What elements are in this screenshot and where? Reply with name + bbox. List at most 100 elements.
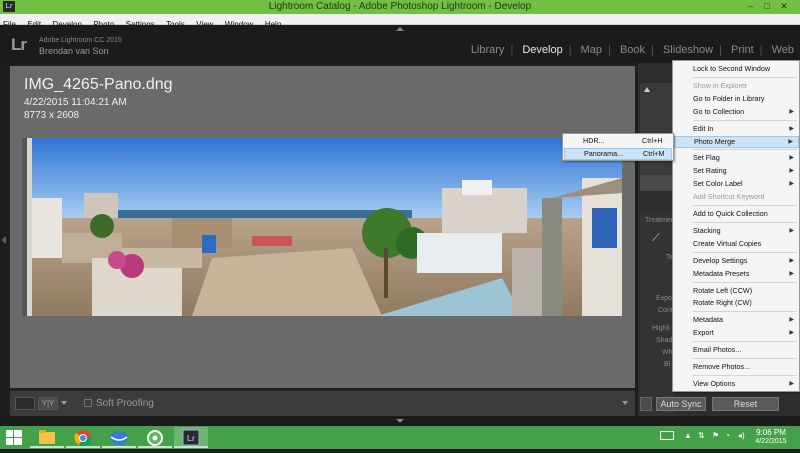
submenu-arrow-icon: ▶	[789, 181, 794, 188]
module-separator: |	[719, 44, 722, 56]
submenu-arrow-icon: ▶	[789, 155, 794, 162]
menu-separator	[693, 358, 797, 359]
menu-item-edit-in[interactable]: Edit In ▶	[674, 123, 799, 135]
clipping-indicator-icon[interactable]	[644, 87, 650, 92]
menu-item-stacking[interactable]: Stacking ▶	[674, 225, 799, 237]
module-print[interactable]: Print	[731, 44, 754, 56]
menu-item-label: Set Color Label	[693, 179, 743, 189]
chrome-icon[interactable]	[66, 427, 100, 448]
menu-item-develop-settings[interactable]: Develop Settings ▶	[674, 255, 799, 267]
submenu-item-panorama[interactable]: Panorama... Ctrl+M	[564, 148, 672, 160]
menu-separator	[693, 311, 797, 313]
menu-separator	[693, 341, 797, 343]
panel-switch[interactable]	[640, 397, 652, 411]
menu-item-rotate-right-cw[interactable]: Rotate Right (CW)	[674, 297, 799, 309]
submenu-arrow-icon: ▶	[789, 330, 794, 337]
menu-item-label: View Options	[693, 378, 736, 388]
tool-strip[interactable]	[640, 175, 674, 191]
menu-item-set-color-label[interactable]: Set Color Label ▶	[674, 178, 799, 190]
photo-filename: IMG_4265-Pano.dng	[24, 76, 173, 93]
module-separator: |	[568, 44, 572, 56]
volume-icon[interactable]: ◂)	[738, 431, 745, 440]
clock-date: 4/22/2015	[755, 438, 787, 445]
photo-datetime: 4/22/2015 11:04:21 AM	[24, 97, 127, 108]
exposure-label: Expo	[656, 295, 672, 302]
submenu-item-label: Panorama...	[584, 149, 624, 158]
menu-item-lock-to-second-window[interactable]: Lock to Second Window	[674, 63, 799, 75]
auto-sync-button[interactable]: Auto Sync	[656, 397, 706, 411]
loupe-view-button[interactable]	[15, 397, 35, 410]
before-after-dropdown-icon[interactable]	[61, 401, 67, 405]
module-develop[interactable]: Develop	[522, 44, 562, 56]
app-version: Adobe Lightroom CC 2015	[39, 37, 122, 44]
module-map[interactable]: Map	[581, 44, 602, 56]
menu-item-create-virtual-copies[interactable]: Create Virtual Copies	[674, 238, 799, 250]
menu-item-label: Rotate Right (CW)	[693, 298, 752, 308]
submenu-item-hdr[interactable]: HDR... Ctrl+H	[564, 135, 672, 147]
menu-item-label: Metadata	[693, 315, 723, 325]
menu-item-go-to-collection[interactable]: Go to Collection ▶	[674, 106, 799, 118]
menu-item-label: Go to Collection	[693, 106, 745, 116]
user-name: Brendan van Son	[39, 46, 109, 56]
menu-item-label: Stacking	[693, 225, 721, 235]
whites-label: Wh	[662, 349, 673, 356]
submenu-arrow-icon: ▶	[789, 227, 794, 234]
treatment-label: Treatmen	[645, 217, 675, 224]
submenu-arrow-icon: ▶	[789, 270, 794, 277]
menu-item-set-flag[interactable]: Set Flag ▶	[674, 152, 799, 164]
picasa-icon[interactable]	[138, 427, 172, 448]
maximize-button[interactable]: □	[760, 1, 774, 12]
menu-item-metadata[interactable]: Metadata ▶	[674, 314, 799, 326]
submenu-item-label: HDR...	[583, 136, 605, 145]
windows-start-icon[interactable]	[6, 430, 22, 445]
expand-filmstrip-icon[interactable]	[396, 419, 404, 423]
before-after-button[interactable]: Y|Y	[38, 397, 58, 410]
menu-item-go-to-folder-in-library[interactable]: Go to Folder in Library	[674, 93, 799, 105]
submenu-arrow-icon: ▶	[788, 138, 793, 145]
reset-button[interactable]: Reset	[712, 397, 779, 411]
close-button[interactable]: ✕	[777, 1, 791, 12]
menu-separator	[693, 221, 797, 223]
eyedropper-icon[interactable]: ⟋	[652, 232, 660, 245]
menu-item-email-photos[interactable]: Email Photos...	[674, 344, 799, 356]
keyboard-icon[interactable]	[660, 431, 674, 440]
menu-item-photo-merge[interactable]: Photo Merge ▶	[674, 135, 799, 148]
module-web[interactable]: Web	[772, 44, 794, 56]
module-separator: |	[759, 44, 763, 56]
menu-item-metadata-presets[interactable]: Metadata Presets ▶	[674, 268, 799, 280]
thunderbird-icon[interactable]	[102, 427, 136, 448]
lightroom-taskbar-icon[interactable]: Lr	[174, 427, 208, 448]
menu-item-export[interactable]: Export ▶	[674, 327, 799, 339]
collapse-left-panel-icon[interactable]	[2, 236, 6, 244]
taskbar-clock[interactable]: 9:06 PM 4/22/2015	[749, 428, 793, 445]
soft-proofing-checkbox[interactable]	[84, 399, 92, 407]
submenu-arrow-icon: ▶	[789, 125, 794, 132]
menu-separator	[693, 281, 797, 283]
module-book[interactable]: Book	[620, 44, 645, 56]
module-picker: Library | Develop | Map | Book | Slideshow | …	[465, 44, 794, 56]
flag-icon[interactable]: ⚑	[712, 431, 719, 440]
module-slideshow[interactable]: Slideshow	[663, 44, 713, 56]
soft-proofing-toggle[interactable]: Soft Proofing	[84, 398, 154, 409]
blacks-label: Bl	[664, 361, 671, 368]
menu-item-set-rating[interactable]: Set Rating ▶	[674, 165, 799, 177]
submenu-arrow-icon: ▶	[789, 317, 794, 324]
menu-item-add-to-quick-collection[interactable]: Add to Quick Collection	[674, 208, 799, 220]
panorama-photo[interactable]	[22, 138, 622, 316]
collapse-top-panel-icon[interactable]	[396, 27, 404, 31]
menu-item-rotate-left-ccw[interactable]: Rotate Left (CCW)	[674, 285, 799, 297]
photo-dimensions: 8773 x 2608	[24, 110, 80, 121]
menu-item-view-options[interactable]: View Options ▶	[674, 378, 799, 390]
menu-item-remove-photos[interactable]: Remove Photos...	[674, 361, 799, 373]
menu-item-label: Email Photos...	[693, 345, 742, 355]
toolbar-options-icon[interactable]	[622, 401, 628, 405]
sync-icon[interactable]: ⇅	[698, 431, 705, 440]
module-library[interactable]: Library	[471, 44, 505, 56]
network-icon[interactable]: ▲	[684, 431, 692, 440]
menu-item-label: Set Flag	[693, 153, 720, 163]
menu-item-label: Edit In	[693, 123, 714, 133]
wifi-icon[interactable]: ◔	[725, 431, 730, 440]
file-explorer-icon[interactable]	[30, 427, 64, 448]
minimize-button[interactable]: –	[744, 1, 758, 12]
submenu-arrow-icon: ▶	[789, 108, 794, 115]
